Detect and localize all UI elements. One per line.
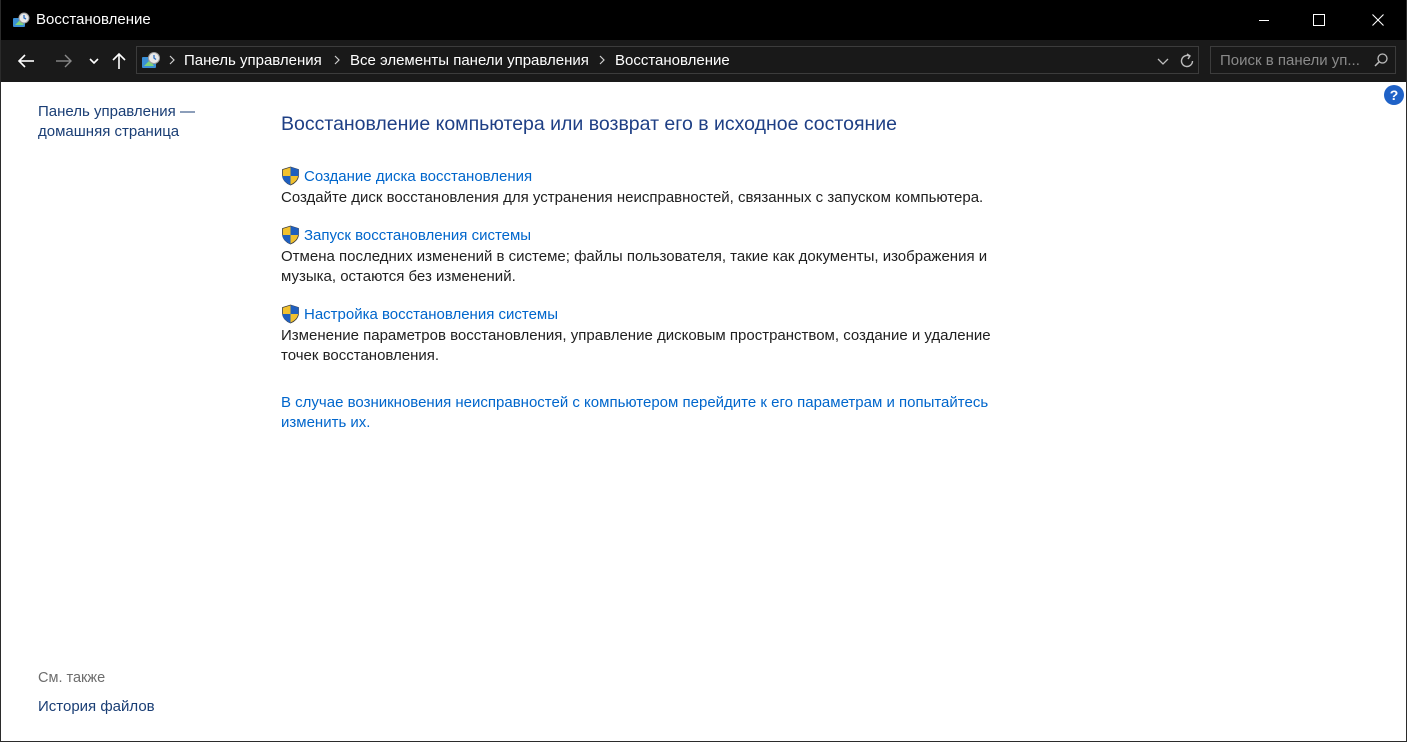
maximize-button[interactable] (1296, 0, 1342, 40)
see-also-label: См. также (38, 670, 106, 686)
left-pane: Панель управления — домашняя страница См… (1, 82, 251, 741)
chevron-right-icon[interactable] (167, 52, 177, 68)
arrow-right-icon (56, 54, 72, 68)
uac-shield-icon (282, 166, 299, 186)
maximize-icon (1313, 14, 1325, 26)
task-create-recovery-drive: Создание диска восстановления Создайте д… (281, 166, 1041, 208)
file-history-link[interactable]: История файлов (38, 697, 155, 717)
minimize-icon (1259, 20, 1269, 21)
search-icon[interactable] (1373, 52, 1389, 68)
open-system-restore-link[interactable]: Запуск восстановления системы (304, 226, 531, 245)
chevron-right-icon[interactable] (332, 52, 342, 68)
window-title: Восстановление (36, 11, 151, 28)
recent-locations-button[interactable] (85, 49, 103, 73)
task-open-system-restore: Запуск восстановления системы Отмена пос… (281, 225, 1041, 287)
back-button[interactable] (13, 49, 39, 73)
recovery-app-icon (12, 11, 31, 29)
task-description: Создайте диск восстановления для устране… (281, 189, 984, 206)
search-box[interactable] (1210, 46, 1396, 74)
task-configure-system-restore: Настройка восстановления системы Изменен… (281, 304, 1041, 366)
chevron-right-icon[interactable] (597, 52, 607, 68)
close-icon (1372, 14, 1384, 26)
breadcrumb-recovery[interactable]: Восстановление (615, 51, 730, 70)
recovery-location-icon (141, 51, 161, 71)
arrow-up-icon (112, 52, 126, 69)
task-description: Изменение параметров восстановления, упр… (281, 327, 991, 364)
help-button[interactable]: ? (1384, 85, 1404, 105)
close-button[interactable] (1355, 0, 1401, 40)
refresh-icon[interactable] (1177, 51, 1197, 71)
task-description: Отмена последних изменений в системе; фа… (281, 248, 988, 285)
uac-shield-icon (282, 225, 299, 245)
address-bar[interactable]: Панель управления Все элементы панели уп… (136, 46, 1199, 74)
control-panel-home-link[interactable]: Панель управления — домашняя страница (38, 102, 228, 142)
navigation-bar: Панель управления Все элементы панели уп… (1, 40, 1406, 82)
arrow-left-icon (17, 54, 34, 68)
title-bar[interactable]: Восстановление (1, 0, 1406, 40)
search-input[interactable] (1220, 50, 1366, 70)
minimize-button[interactable] (1241, 0, 1287, 40)
forward-button[interactable] (51, 49, 77, 73)
page-title: Восстановление компьютера или возврат ег… (281, 113, 898, 135)
breadcrumb-control-panel[interactable]: Панель управления (184, 51, 322, 70)
control-panel-window: Восстановление Панель управления Все эле… (0, 0, 1407, 742)
troubleshoot-settings-link[interactable]: В случае возникновения неисправностей с … (281, 393, 1021, 433)
help-icon: ? (1389, 87, 1399, 103)
up-button[interactable] (107, 49, 131, 73)
configure-system-restore-link[interactable]: Настройка восстановления системы (304, 305, 558, 324)
create-recovery-drive-link[interactable]: Создание диска восстановления (304, 167, 532, 186)
uac-shield-icon (282, 304, 299, 324)
breadcrumb-all-items[interactable]: Все элементы панели управления (350, 51, 589, 70)
chevron-down-icon (89, 58, 99, 65)
chevron-down-icon[interactable] (1155, 53, 1171, 69)
